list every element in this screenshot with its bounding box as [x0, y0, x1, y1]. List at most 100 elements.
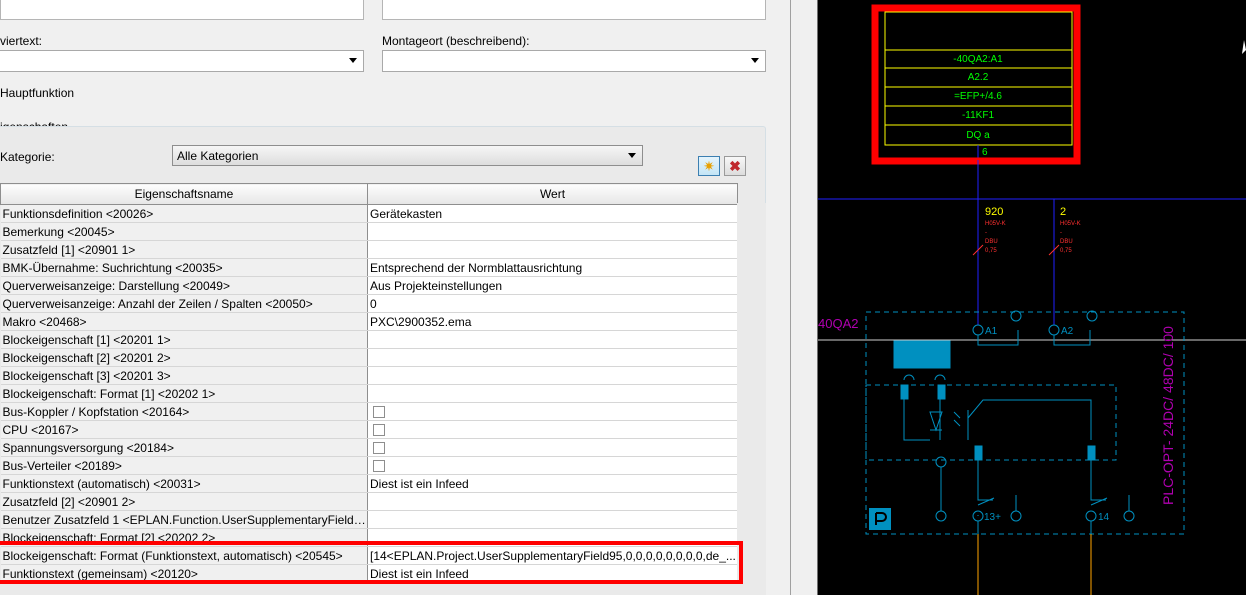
- property-value[interactable]: [367, 456, 738, 475]
- table-row[interactable]: Spannungsversorgung <20184>: [0, 438, 738, 457]
- property-name: BMK-Übernahme: Suchrichtung <20035>: [0, 258, 368, 277]
- table-row[interactable]: Blockeigenschaft [2] <20201 2>: [0, 348, 738, 367]
- star-icon: ✷: [703, 158, 715, 174]
- property-value[interactable]: [367, 492, 738, 511]
- category-dropdown[interactable]: Alle Kategorien: [172, 145, 643, 166]
- property-name: Querverweisanzeige: Darstellung <20049>: [0, 276, 368, 295]
- schematic-canvas[interactable]: -40QA2:A1 A2.2 =EFP+/4.6 -11KF1 DQ a 6 9…: [818, 0, 1246, 595]
- cable-label-2: H05V-K: [1060, 221, 1081, 227]
- label-montageort: Montageort (beschreibend):: [382, 34, 530, 48]
- block-line-1: -40QA2:A1: [953, 54, 1003, 65]
- label-field-left: viertext:: [0, 34, 43, 48]
- block-line-4: -11KF1: [962, 110, 994, 121]
- table-row[interactable]: Querverweisanzeige: Darstellung <20049> A…: [0, 276, 738, 295]
- property-value[interactable]: [367, 330, 738, 349]
- property-name: Funktionsdefinition <20026>: [0, 204, 368, 223]
- wire-number-1: 920: [985, 206, 1003, 218]
- property-value[interactable]: Entsprechend der Normblattausrichtung: [367, 258, 738, 277]
- wire-number-2: 2: [1060, 206, 1066, 218]
- cable-size-2: 0,75: [1060, 248, 1072, 254]
- column-header-name[interactable]: Eigenschaftsname: [0, 183, 368, 205]
- property-name: CPU <20167>: [0, 420, 368, 439]
- property-value[interactable]: [367, 420, 738, 439]
- column-header-value[interactable]: Wert: [367, 183, 738, 205]
- property-checkbox[interactable]: [373, 406, 385, 419]
- cable-color-2: DBU: [1060, 239, 1073, 245]
- property-value[interactable]: [367, 222, 738, 241]
- table-row[interactable]: Bus-Koppler / Kopfstation <20164>: [0, 402, 738, 421]
- table-row[interactable]: Funktionstext (automatisch) <20031> Diest…: [0, 474, 738, 493]
- new-property-button[interactable]: ✷: [698, 156, 720, 176]
- table-row[interactable]: Querverweisanzeige: Anzahl der Zeilen / …: [0, 294, 738, 313]
- property-value[interactable]: [367, 384, 738, 403]
- panel-splitter[interactable]: [790, 0, 818, 595]
- table-row[interactable]: Zusatzfeld [1] <20901 1>: [0, 240, 738, 259]
- combo-left[interactable]: [0, 50, 364, 72]
- cable-size-1: 0,75: [985, 248, 997, 254]
- property-value[interactable]: [367, 438, 738, 457]
- delete-property-button[interactable]: ✖: [724, 156, 746, 176]
- property-value[interactable]: Diest ist ein Infeed: [367, 474, 738, 493]
- table-row[interactable]: Blockeigenschaft [1] <20201 1>: [0, 330, 738, 349]
- table-row[interactable]: Blockeigenschaft [3] <20201 3>: [0, 366, 738, 385]
- pin-14-label: 14: [1098, 512, 1110, 523]
- property-value[interactable]: [367, 402, 738, 421]
- phoenix-logo-icon: [869, 508, 891, 530]
- property-checkbox[interactable]: [373, 424, 385, 437]
- chevron-down-icon: [349, 58, 357, 63]
- property-value[interactable]: 0: [367, 294, 738, 313]
- cable-dash-1: -: [985, 230, 987, 236]
- property-value[interactable]: PXC\2900352.ema: [367, 312, 738, 331]
- text-field-top-left[interactable]: [0, 0, 364, 20]
- property-name: Zusatzfeld [2] <20901 2>: [0, 492, 368, 511]
- property-value[interactable]: [367, 510, 738, 529]
- property-checkbox[interactable]: [373, 442, 385, 455]
- table-row[interactable]: Funktionsdefinition <20026> Gerätekasten: [0, 204, 738, 223]
- pin-a2-label: A2: [1061, 326, 1074, 337]
- property-name: Blockeigenschaft [1] <20201 1>: [0, 330, 368, 349]
- hauptfunktion-checkbox-label[interactable]: Hauptfunktion: [0, 86, 74, 100]
- properties-panel: viertext: Montageort (beschreibend): Hau…: [0, 0, 790, 595]
- text-field-top-right[interactable]: [382, 0, 766, 20]
- property-name: Blockeigenschaft [2] <20201 2>: [0, 348, 368, 367]
- block-line-2: A2.2: [968, 72, 989, 83]
- property-value[interactable]: Gerätekasten: [367, 204, 738, 223]
- table-scrollbar[interactable]: [737, 203, 766, 595]
- property-name: Bemerkung <20045>: [0, 222, 368, 241]
- table-row[interactable]: Zusatzfeld [2] <20901 2>: [0, 492, 738, 511]
- table-row[interactable]: CPU <20167>: [0, 420, 738, 439]
- property-value[interactable]: [367, 240, 738, 259]
- highlight-box-properties: [0, 541, 743, 584]
- properties-table: Eigenschaftsname Wert Funktionsdefinitio…: [0, 183, 738, 583]
- property-name: Makro <20468>: [0, 312, 368, 331]
- property-name: Benutzer Zusatzfeld 1 <EPLAN.Function.Us…: [0, 510, 368, 529]
- category-value: Alle Kategorien: [177, 149, 259, 163]
- chevron-down-icon: [751, 58, 759, 63]
- device-tag: 40QA2: [818, 316, 858, 331]
- property-name: Blockeigenschaft: Format [1] <20202 1>: [0, 384, 368, 403]
- property-name: Bus-Verteiler <20189>: [0, 456, 368, 475]
- property-value[interactable]: Aus Projekteinstellungen: [367, 276, 738, 295]
- property-name: Querverweisanzeige: Anzahl der Zeilen / …: [0, 294, 368, 313]
- table-row[interactable]: Makro <20468> PXC\2900352.ema: [0, 312, 738, 331]
- block-line-5: DQ a: [966, 130, 990, 141]
- property-value[interactable]: [367, 366, 738, 385]
- cable-label-1: H05V-K: [985, 221, 1006, 227]
- table-row[interactable]: Bemerkung <20045>: [0, 222, 738, 241]
- property-value[interactable]: [367, 348, 738, 367]
- pin-13-label: 13+: [984, 512, 1001, 523]
- table-row[interactable]: Blockeigenschaft: Format [1] <20202 1>: [0, 384, 738, 403]
- block-line-3: =EFP+/4.6: [954, 91, 1002, 102]
- device-type-label: PLC-OPT- 24DC/ 48DC/ 100: [1160, 326, 1176, 505]
- table-row[interactable]: Bus-Verteiler <20189>: [0, 456, 738, 475]
- table-row[interactable]: BMK-Übernahme: Suchrichtung <20035> Entsp…: [0, 258, 738, 277]
- cable-color-1: DBU: [985, 239, 998, 245]
- property-name: Spannungsversorgung <20184>: [0, 438, 368, 457]
- property-name: Bus-Koppler / Kopfstation <20164>: [0, 402, 368, 421]
- chevron-down-icon: [628, 153, 636, 158]
- combo-montageort[interactable]: [382, 50, 766, 72]
- cable-dash-2: -: [1060, 230, 1062, 236]
- property-checkbox[interactable]: [373, 460, 385, 473]
- delete-icon: ✖: [729, 158, 741, 174]
- table-row[interactable]: Benutzer Zusatzfeld 1 <EPLAN.Function.Us…: [0, 510, 738, 529]
